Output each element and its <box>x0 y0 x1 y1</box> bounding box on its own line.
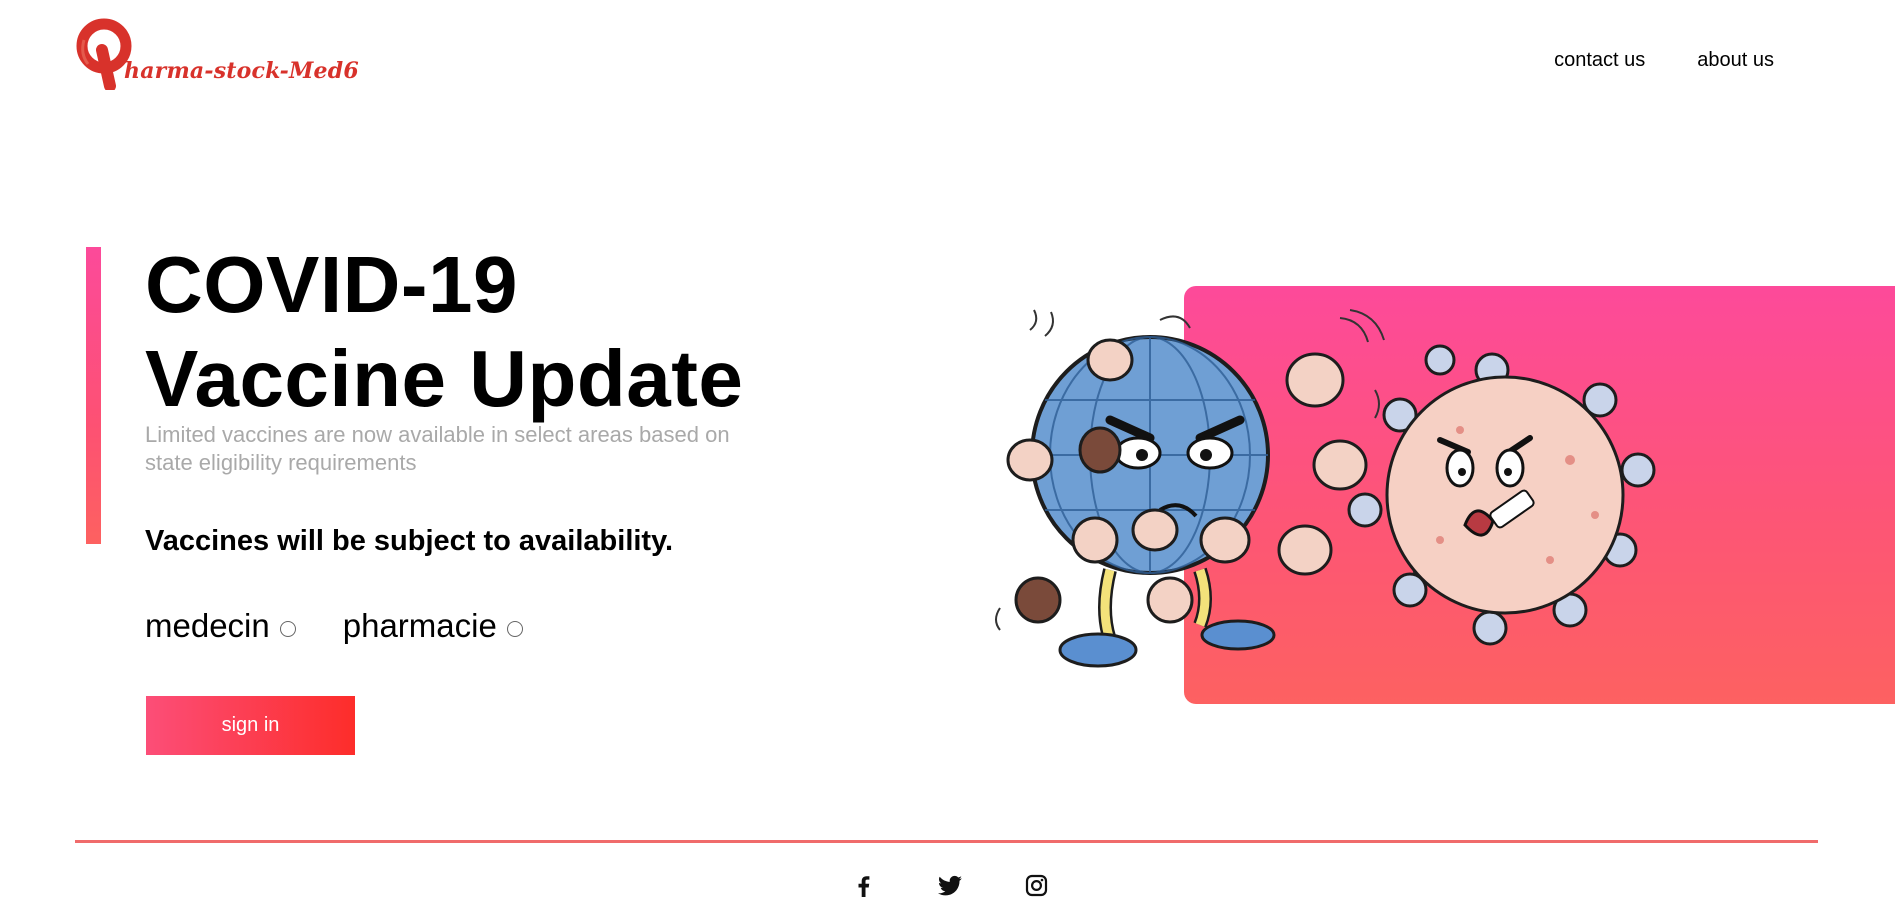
hero-title-line-2: Vaccine Update <box>145 334 744 423</box>
social-links <box>848 873 1052 899</box>
role-radio-group: medecin pharmacie <box>145 607 523 645</box>
role-option-medecin[interactable]: medecin <box>145 607 296 645</box>
accent-bar <box>86 247 101 544</box>
medecin-radio[interactable] <box>279 621 296 637</box>
contact-us-link[interactable]: contact us <box>1554 49 1645 72</box>
role-label-pharmacie: pharmacie <box>342 607 497 644</box>
availability-note: Vaccines will be subject to availability… <box>145 525 674 557</box>
twitter-link[interactable] <box>934 873 966 899</box>
instagram-link[interactable] <box>1020 873 1052 899</box>
footer-divider <box>75 840 1818 843</box>
hero-title-line-1: COVID-19 <box>145 240 518 329</box>
about-us-link[interactable]: about us <box>1697 49 1774 72</box>
facebook-icon <box>858 876 870 897</box>
brand-name: harma-stock-Med6 <box>124 58 359 84</box>
top-nav: contact us about us <box>1554 49 1774 72</box>
twitter-icon <box>938 875 962 896</box>
earth-punching-virus-illustration <box>995 309 1656 668</box>
instagram-icon <box>1025 874 1048 897</box>
hero-subtitle: Limited vaccines are now available in se… <box>145 422 730 475</box>
facebook-link[interactable] <box>848 873 880 899</box>
hero-title: COVID-19 Vaccine Update <box>145 238 743 426</box>
role-label-medecin: medecin <box>145 607 270 644</box>
pharmacie-radio[interactable] <box>506 621 523 637</box>
sign-in-button[interactable]: sign in <box>146 696 355 755</box>
role-option-pharmacie[interactable]: pharmacie <box>343 607 523 645</box>
